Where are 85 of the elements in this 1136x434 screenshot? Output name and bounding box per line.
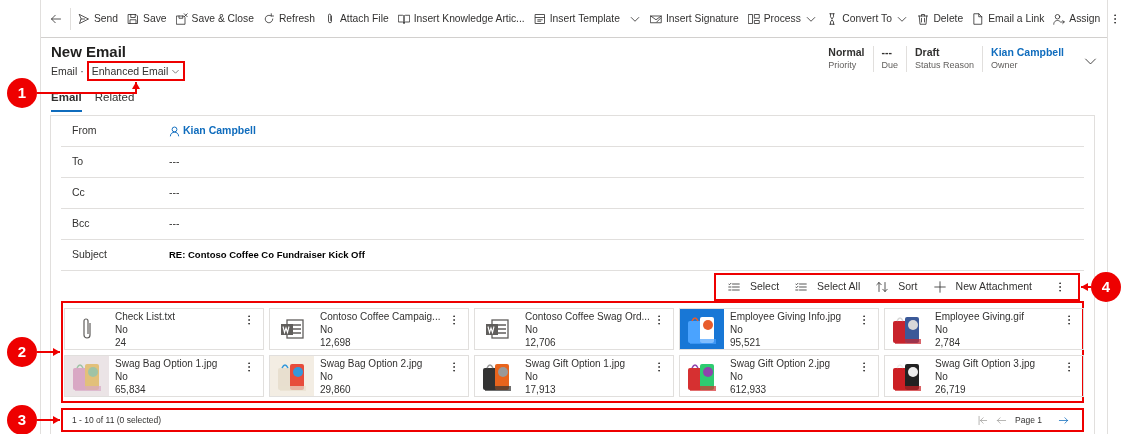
attachment-size: 612,933 xyxy=(730,383,768,396)
attachment-detail: No xyxy=(115,370,129,383)
page-number: Page 1 xyxy=(1015,413,1042,427)
send-button[interactable]: Send xyxy=(73,0,123,38)
callout-number: 1 xyxy=(7,78,37,108)
field-label: Bcc xyxy=(71,216,91,232)
attachment-name: Swag Gift Option 1.jpg xyxy=(525,357,626,370)
record-count: 1 - 10 of 11 (0 selected) xyxy=(72,413,162,427)
attachment-detail: No xyxy=(730,370,744,383)
attachment-size: 29,860 xyxy=(320,383,352,396)
attachment-card[interactable]: Swag Bag Option 2.jpg No 29,860 xyxy=(269,355,469,397)
field-value: RE: Contoso Coffee Co Fundraiser Kick Off xyxy=(169,247,365,262)
attachment-card[interactable]: Employee Giving.gif No 2,784 xyxy=(884,308,1084,350)
separator: · xyxy=(80,64,84,78)
attachment-detail: No xyxy=(730,323,744,336)
field-label: From xyxy=(71,123,98,139)
save-button[interactable]: Save xyxy=(122,0,172,38)
entity-name: Email xyxy=(51,64,78,78)
attachment-name: Swag Bag Option 2.jpg xyxy=(320,357,423,370)
convert-button[interactable]: Convert To xyxy=(821,0,897,38)
attachment-size: 24 xyxy=(115,336,128,349)
field-label: Subject xyxy=(71,247,109,263)
attachment-card[interactable]: Swag Gift Option 1.jpg No 17,913 xyxy=(474,355,674,397)
template-button[interactable]: Insert Template xyxy=(529,0,625,38)
callout-number: 3 xyxy=(7,405,37,434)
sort-button[interactable]: Sort xyxy=(868,276,926,298)
attachment-detail: No xyxy=(935,323,949,336)
save-close-button[interactable]: Save & Close xyxy=(171,0,259,38)
attachment-detail: No xyxy=(115,323,129,336)
header-field-value: Draft xyxy=(915,46,941,59)
attachment-detail: No xyxy=(525,323,539,336)
attachment-size: 95,521 xyxy=(730,336,762,349)
attachment-name: Contoso Coffee Campaig... xyxy=(320,310,441,323)
attachment-size: 2,784 xyxy=(935,336,962,349)
delete-button[interactable]: Delete xyxy=(912,0,968,38)
attachment-card[interactable]: Employee Giving Info.jpg No 95,521 xyxy=(679,308,879,350)
assign-button[interactable]: Assign xyxy=(1048,0,1105,38)
callout-number: 2 xyxy=(7,337,37,367)
attachment-size: 26,719 xyxy=(935,383,967,396)
attachment-detail: No xyxy=(320,370,334,383)
attachment-card[interactable]: Swag Gift Option 3.jpg No 26,719 xyxy=(884,355,1084,397)
field-label: Cc xyxy=(71,185,86,201)
attachment-detail: No xyxy=(525,370,539,383)
header-field-value: Normal xyxy=(828,46,865,59)
attachment-card[interactable]: Contoso Coffee Campaig... No 12,698 xyxy=(269,308,469,350)
select-button[interactable]: Select xyxy=(719,276,788,298)
attachment-card[interactable]: Swag Bag Option 1.jpg No 65,834 xyxy=(64,355,264,397)
attachment-name: Swag Gift Option 2.jpg xyxy=(730,357,831,370)
attachment-name: Employee Giving Info.jpg xyxy=(730,310,842,323)
attachment-size: 12,698 xyxy=(320,336,352,349)
attachment-name: Swag Bag Option 1.jpg xyxy=(115,357,218,370)
knowledge-button[interactable]: Insert Knowledge Artic... xyxy=(393,0,530,38)
field-value: --- xyxy=(169,216,180,232)
callout-number: 4 xyxy=(1091,272,1121,302)
person-link[interactable]: Kian Campbell xyxy=(169,123,256,139)
attachment-name: Check List.txt xyxy=(115,310,176,323)
owner-link[interactable]: Kian Campbell xyxy=(991,46,1064,59)
attachment-size: 12,706 xyxy=(525,336,557,349)
attachment-card[interactable]: Contoso Coffee Swag Ord... No 12,706 xyxy=(474,308,674,350)
field-value: --- xyxy=(169,154,180,170)
link-button[interactable]: Email a Link xyxy=(967,0,1049,38)
refresh-button[interactable]: Refresh xyxy=(258,0,320,38)
attachment-detail: No xyxy=(935,370,949,383)
field-value: --- xyxy=(169,185,180,201)
attach-button[interactable]: Attach File xyxy=(319,0,394,38)
attachment-name: Swag Gift Option 3.jpg xyxy=(935,357,1036,370)
form-selector[interactable]: Enhanced Email xyxy=(89,64,183,78)
attachment-size: 17,913 xyxy=(525,383,557,396)
header-field-value: --- xyxy=(881,46,893,59)
attachment-size: 65,834 xyxy=(115,383,147,396)
attachment-name: Contoso Coffee Swag Ord... xyxy=(525,310,650,323)
attachment-card[interactable]: Swag Gift Option 2.jpg No 612,933 xyxy=(679,355,879,397)
attachment-name: Employee Giving.gif xyxy=(935,310,1024,323)
signature-button[interactable]: Insert Signature xyxy=(645,0,744,38)
record-title: New Email xyxy=(51,43,128,61)
add-button[interactable]: New Attachment xyxy=(925,276,1040,298)
header-field-label: Status Reason xyxy=(915,59,975,72)
header-field-label: Priority xyxy=(828,59,858,72)
process-button[interactable]: Process xyxy=(743,0,806,38)
field-label: To xyxy=(71,154,85,170)
attachment-card[interactable]: Check List.txt No 24 xyxy=(64,308,264,350)
header-field-label: Due xyxy=(881,59,898,72)
header-field-label: Owner xyxy=(991,59,1019,72)
attachment-detail: No xyxy=(320,323,334,336)
select-all-button[interactable]: Select All xyxy=(787,276,869,298)
